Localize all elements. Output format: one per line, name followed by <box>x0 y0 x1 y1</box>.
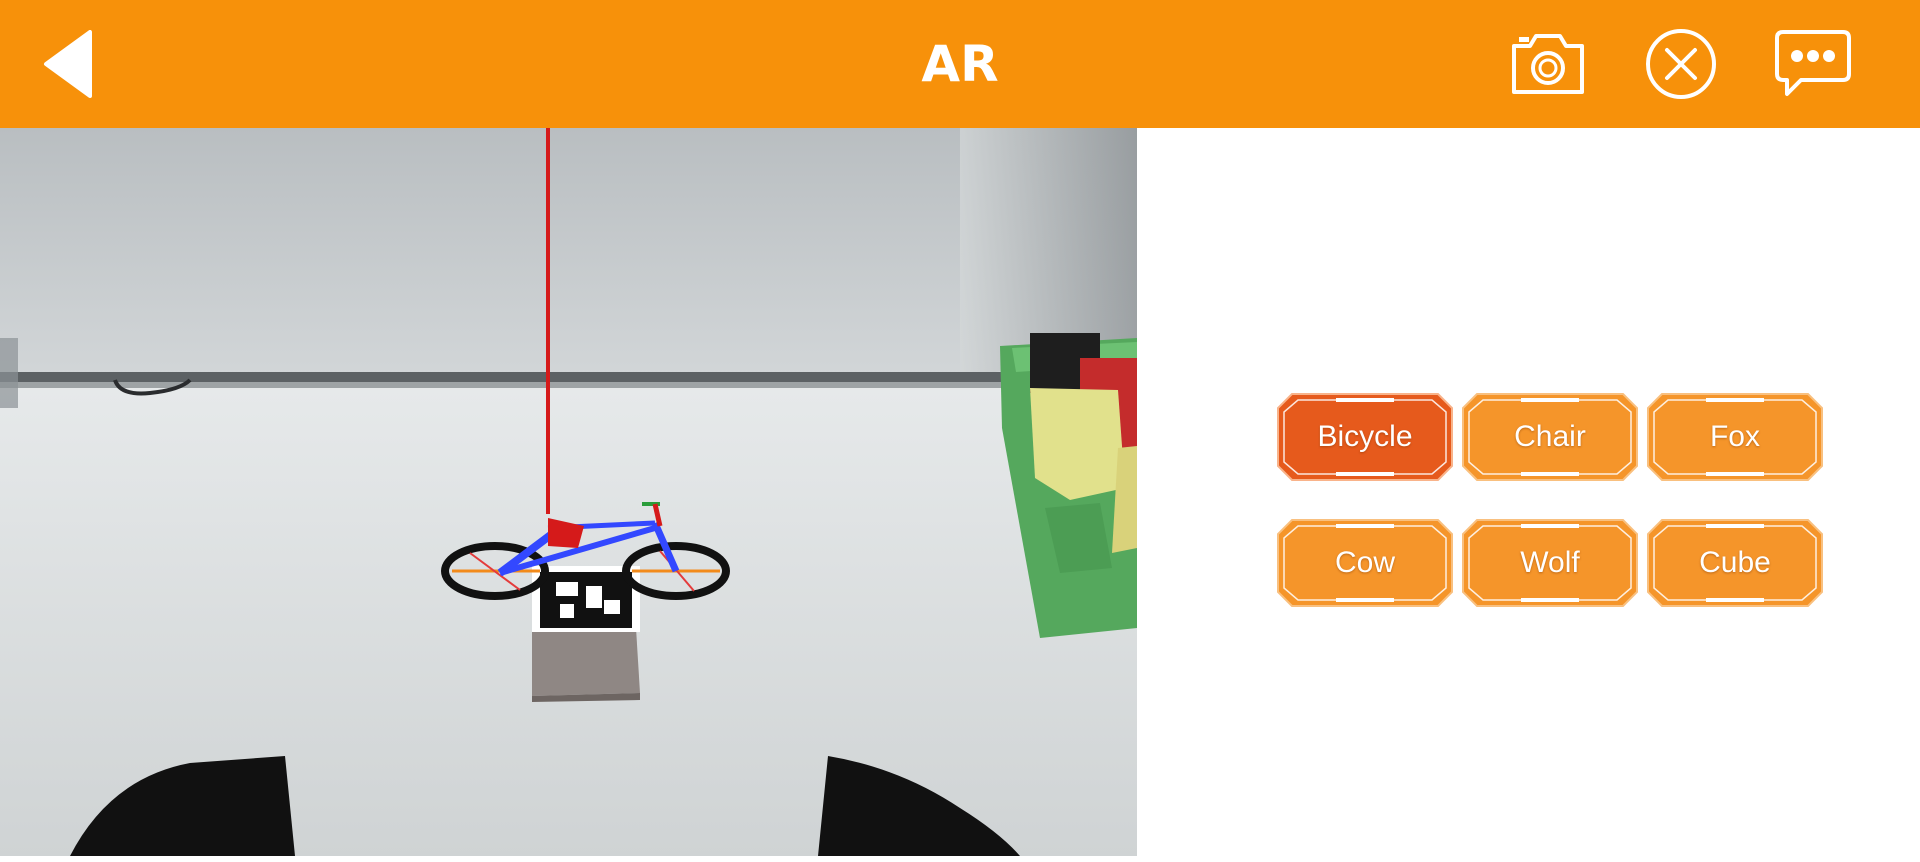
camera-feed-image <box>0 128 1137 856</box>
ar-camera-view[interactable] <box>0 128 1137 856</box>
model-button-wolf[interactable]: Wolf <box>1461 518 1639 608</box>
close-circle-icon <box>1646 29 1716 99</box>
model-button-chair[interactable]: Chair <box>1461 392 1639 482</box>
button-frame <box>1277 393 1453 481</box>
model-button-fox[interactable]: Fox <box>1646 392 1824 482</box>
page-title: AR <box>921 35 999 93</box>
button-frame <box>1277 519 1453 607</box>
back-button[interactable] <box>38 30 110 98</box>
model-button-cube[interactable]: Cube <box>1646 518 1824 608</box>
model-button-cow[interactable]: Cow <box>1276 518 1454 608</box>
chat-bubble-icon <box>1775 30 1851 96</box>
button-frame <box>1647 519 1823 607</box>
top-bar: AR <box>0 0 1920 128</box>
button-frame <box>1647 393 1823 481</box>
button-frame <box>1462 519 1638 607</box>
model-selector: Bicycle Chair Fox Cow Wolf Cube <box>1276 392 1824 608</box>
model-button-bicycle[interactable]: Bicycle <box>1276 392 1454 482</box>
button-frame <box>1462 393 1638 481</box>
chat-button[interactable] <box>1773 28 1853 100</box>
back-arrow-icon <box>44 30 92 98</box>
camera-icon <box>1512 34 1584 94</box>
close-button[interactable] <box>1641 28 1721 100</box>
camera-button[interactable] <box>1508 28 1588 100</box>
